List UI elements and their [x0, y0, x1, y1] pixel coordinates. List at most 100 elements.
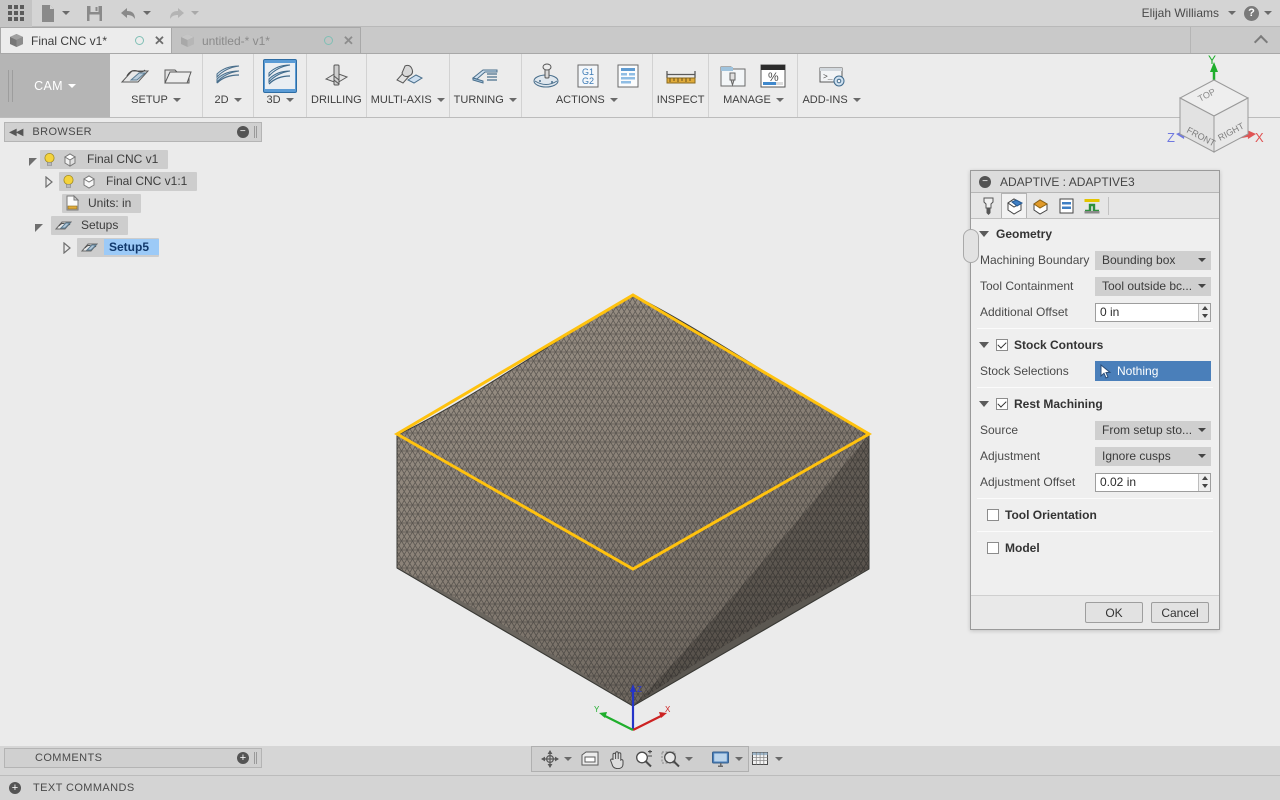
help-icon[interactable]: ?	[1244, 6, 1259, 21]
stepper-down-icon[interactable]	[1202, 314, 1208, 318]
tree-row-setups[interactable]: Setups	[4, 214, 262, 236]
ribbon-button-2d[interactable]	[207, 56, 249, 93]
ribbon-group-label-manage[interactable]: MANAGE	[713, 94, 793, 106]
ribbon-button-simulate[interactable]	[526, 56, 568, 93]
chevron-down-icon[interactable]	[1264, 11, 1272, 15]
circle-plus-icon[interactable]: +	[237, 752, 249, 764]
look-at-button[interactable]	[576, 748, 604, 770]
chevron-down-icon[interactable]	[735, 757, 743, 761]
zoom-window-button[interactable]	[657, 748, 697, 770]
ribbon-button-machining-time[interactable]: %	[753, 56, 793, 93]
new-file-button[interactable]	[32, 0, 78, 27]
adjustment-dropdown[interactable]: Ignore cusps	[1095, 447, 1211, 466]
circle-plus-icon[interactable]: +	[9, 782, 21, 794]
ribbon-group-label-multi-axis[interactable]: MULTI-AXIS	[371, 94, 445, 106]
ribbon-button-tool-library[interactable]	[713, 56, 753, 93]
panel-resize-grip[interactable]	[254, 752, 257, 764]
tool-containment-dropdown[interactable]: Tool outside bc...	[1095, 277, 1211, 296]
display-settings-button[interactable]	[707, 748, 747, 770]
circle-minus-icon[interactable]: −	[237, 126, 249, 138]
tree-row-units[interactable]: Units: in	[4, 192, 262, 214]
stepper-control[interactable]	[1198, 304, 1210, 321]
tab-tool[interactable]	[975, 193, 1001, 218]
section-header-rest-machining[interactable]: Rest Machining	[971, 391, 1219, 417]
section-header-tool-orientation[interactable]: Tool Orientation	[971, 502, 1219, 528]
machining-boundary-dropdown[interactable]: Bounding box	[1095, 251, 1211, 270]
ribbon-group-label-inspect[interactable]: INSPECT	[657, 94, 705, 106]
chevron-down-icon[interactable]	[685, 757, 693, 761]
section-header-stock-contours[interactable]: Stock Contours	[971, 332, 1219, 358]
view-cube[interactable]: Y X Z TOP FRONT RIGHT	[1150, 50, 1275, 180]
ribbon-button-multi-axis[interactable]	[387, 56, 429, 93]
ribbon-button-setup-sheet-list[interactable]	[608, 56, 648, 93]
ok-button[interactable]: OK	[1085, 602, 1143, 623]
ribbon-group-label-turning[interactable]: TURNING	[454, 94, 517, 106]
section-header-model[interactable]: Model	[971, 535, 1219, 561]
chevron-down-icon[interactable]	[564, 757, 572, 761]
dialog-drag-handle[interactable]	[963, 229, 979, 263]
stepper-down-icon[interactable]	[1202, 484, 1208, 488]
ribbon-group-label-3d[interactable]: 3D	[258, 94, 302, 106]
tab-passes[interactable]	[1053, 193, 1079, 218]
user-name-label[interactable]: Elijah Williams	[1142, 6, 1219, 20]
expander-closed-icon[interactable]	[62, 242, 71, 253]
tab-linking[interactable]	[1079, 193, 1105, 218]
ribbon-group-label-2d[interactable]: 2D	[207, 94, 249, 106]
stepper-up-icon[interactable]	[1202, 476, 1208, 480]
additional-offset-input[interactable]: 0 in	[1095, 303, 1211, 322]
expander-open-icon[interactable]	[26, 152, 40, 166]
document-tab-final-cnc[interactable]: Final CNC v1* ✕	[0, 27, 172, 53]
text-commands-bar[interactable]: + TEXT COMMANDS	[0, 775, 1280, 800]
rest-machining-checkbox[interactable]	[996, 398, 1008, 410]
ribbon-group-label-drilling[interactable]: DRILLING	[311, 94, 362, 106]
section-header-geometry[interactable]: Geometry	[971, 221, 1219, 247]
pan-button[interactable]	[604, 748, 630, 770]
visibility-bulb-icon[interactable]	[62, 174, 75, 189]
ribbon-button-setup-sheet[interactable]	[156, 56, 198, 93]
model-checkbox[interactable]	[987, 542, 999, 554]
ribbon-button-turning[interactable]	[464, 56, 506, 93]
dialog-title-bar[interactable]: − ADAPTIVE : ADAPTIVE3	[971, 171, 1219, 193]
apps-grid-button[interactable]	[0, 0, 32, 27]
source-dropdown[interactable]: From setup sto...	[1095, 421, 1211, 440]
zoom-button[interactable]	[630, 748, 657, 770]
tool-orientation-checkbox[interactable]	[987, 509, 999, 521]
panel-resize-grip[interactable]	[254, 126, 257, 138]
stock-contours-checkbox[interactable]	[996, 339, 1008, 351]
close-icon[interactable]: ✕	[154, 34, 165, 47]
undo-button[interactable]	[111, 0, 159, 27]
ribbon-button-3d[interactable]	[258, 56, 302, 93]
chevron-down-icon[interactable]	[1228, 11, 1236, 15]
stock-selections-button[interactable]: Nothing	[1095, 361, 1211, 381]
ribbon-button-post-process[interactable]: G1 G2	[568, 56, 608, 93]
grid-snaps-button[interactable]	[747, 748, 787, 770]
save-button[interactable]	[78, 0, 111, 27]
tree-row-final-cnc-v1[interactable]: Final CNC v1	[4, 148, 262, 170]
tree-row-final-cnc-v1-1[interactable]: Final CNC v1:1	[4, 170, 262, 192]
ribbon-group-label-setup[interactable]: SETUP	[114, 94, 198, 106]
ribbon-group-label-actions[interactable]: ACTIONS	[526, 94, 648, 106]
close-icon[interactable]: ✕	[343, 34, 354, 47]
stepper-control[interactable]	[1198, 474, 1210, 491]
adjustment-offset-input[interactable]: 0.02 in	[1095, 473, 1211, 492]
expander-closed-icon[interactable]	[44, 176, 53, 187]
chevron-down-icon[interactable]	[775, 757, 783, 761]
circle-minus-icon[interactable]: −	[979, 176, 991, 188]
double-chevron-left-icon[interactable]: ◀◀	[9, 127, 22, 138]
ribbon-button-setup-new[interactable]	[114, 56, 156, 93]
tab-geometry[interactable]	[1001, 193, 1027, 218]
document-tab-untitled[interactable]: untitled-* v1* ✕	[171, 27, 361, 53]
comments-panel[interactable]: COMMENTS +	[4, 748, 262, 768]
cancel-button[interactable]: Cancel	[1151, 602, 1209, 623]
expander-open-icon[interactable]	[32, 218, 46, 232]
ribbon-button-drilling[interactable]	[315, 56, 357, 93]
ribbon-group-label-add-ins[interactable]: ADD-INS	[802, 94, 860, 106]
ribbon-button-add-ins[interactable]: >_	[811, 56, 853, 93]
tab-heights[interactable]	[1027, 193, 1053, 218]
workspace-switcher-cam[interactable]: CAM	[0, 54, 110, 117]
stepper-up-icon[interactable]	[1202, 306, 1208, 310]
redo-button[interactable]	[159, 0, 207, 27]
orbit-button[interactable]	[537, 748, 576, 770]
visibility-bulb-icon[interactable]	[43, 152, 56, 167]
ribbon-button-inspect[interactable]	[658, 56, 704, 93]
